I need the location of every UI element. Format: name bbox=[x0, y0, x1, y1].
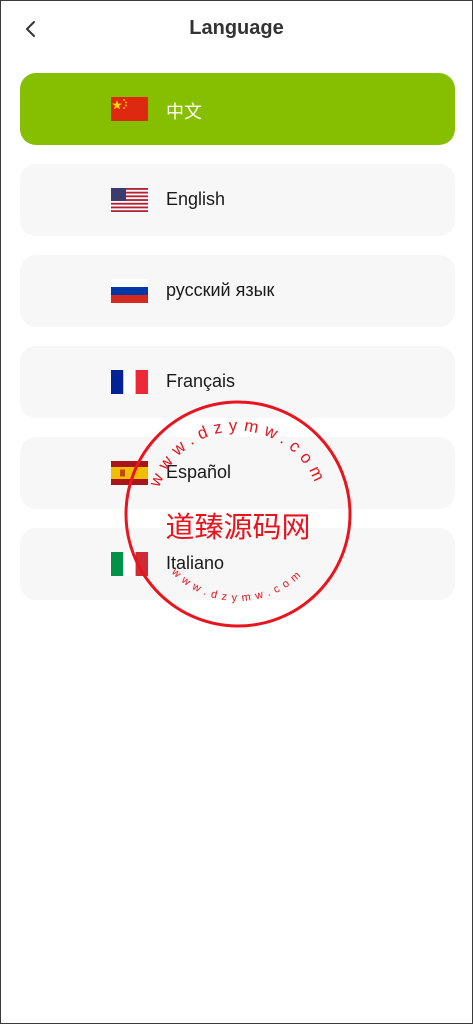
language-item-russian[interactable]: русский язык bbox=[20, 255, 455, 327]
language-item-english[interactable]: English bbox=[20, 164, 455, 236]
header: Language bbox=[1, 1, 472, 57]
spain-flag-icon bbox=[111, 461, 148, 485]
china-flag-icon bbox=[111, 97, 148, 121]
language-label: Italiano bbox=[166, 553, 225, 573]
language-label: English bbox=[166, 189, 226, 209]
language-label: Español bbox=[166, 462, 232, 482]
france-flag-icon bbox=[111, 370, 148, 394]
language-label: Français bbox=[166, 371, 236, 391]
language-item-chinese[interactable]: 中文 bbox=[20, 73, 455, 145]
language-label: русский язык bbox=[166, 280, 275, 300]
language-label: 中文 bbox=[166, 102, 202, 122]
page-title: Language bbox=[189, 17, 284, 39]
italy-flag-icon bbox=[111, 552, 148, 576]
language-item-french[interactable]: Français bbox=[20, 346, 455, 418]
language-item-italian[interactable]: Italiano bbox=[20, 528, 455, 600]
language-list: 中文 English русский язык Français Español… bbox=[20, 73, 455, 619]
language-item-spanish[interactable]: Español bbox=[20, 437, 455, 509]
russia-flag-icon bbox=[111, 279, 148, 303]
usa-flag-icon bbox=[111, 188, 148, 212]
